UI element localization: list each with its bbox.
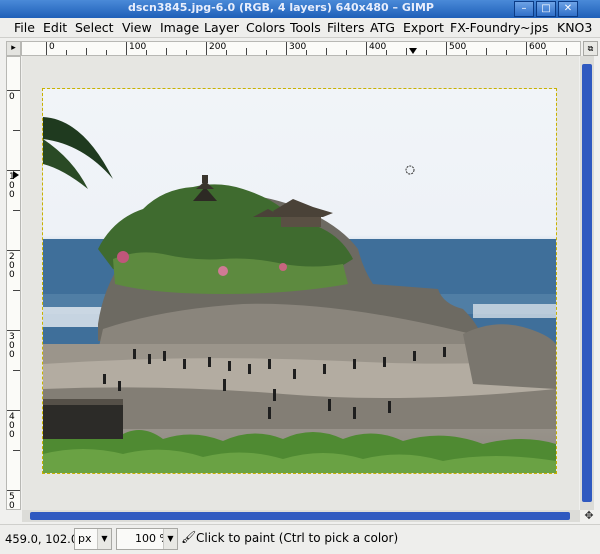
menu-arrow-icon: ▸: [11, 43, 16, 53]
ruler-tick: [326, 48, 327, 55]
ruler-tick: [266, 50, 267, 55]
ruler-tick: [406, 48, 407, 55]
ruler-label: 400: [9, 412, 15, 440]
ruler-tick: [246, 48, 247, 55]
zoom-select[interactable]: 100 % ▼: [116, 528, 178, 550]
menu-atg[interactable]: ATG: [370, 20, 395, 35]
menu-tools[interactable]: Tools: [290, 20, 321, 35]
vertical-ruler[interactable]: 0 100 200 300 400 500: [6, 56, 21, 510]
pointer-marker-icon: [13, 171, 19, 179]
menu-colors[interactable]: Colors: [246, 20, 285, 35]
ruler-tick: [13, 290, 20, 291]
menu-image[interactable]: Image: [160, 20, 199, 35]
menu-kno3[interactable]: KNO3: [557, 20, 592, 35]
ruler-tick: [346, 50, 347, 55]
ruler-tick: [7, 330, 20, 331]
menu-fx-foundry[interactable]: FX-Foundry: [450, 20, 520, 35]
ruler-tick: [7, 490, 20, 491]
maximize-icon: □: [541, 3, 551, 14]
ruler-label: 300: [289, 42, 307, 52]
ruler-label: 0: [9, 92, 15, 102]
menu-select[interactable]: Select: [75, 20, 114, 35]
ruler-tick: [426, 50, 427, 55]
ruler-tick: [206, 42, 207, 55]
unit-value: px: [78, 532, 92, 545]
ruler-tick: [7, 410, 20, 411]
ruler-tick: [486, 48, 487, 55]
chevron-down-icon: ▼: [97, 529, 111, 549]
ruler-label: 300: [9, 332, 15, 360]
horizontal-scroll-thumb[interactable]: [30, 512, 570, 520]
status-bar: 459.0, 102.0 px ▼ 100 % ▼ 🖌 Click to pai…: [0, 524, 600, 554]
horizontal-ruler[interactable]: 0 100 200 300 400 500 600: [21, 41, 581, 56]
ruler-tick: [13, 370, 20, 371]
navigate-button[interactable]: ✥: [582, 509, 596, 523]
menu-view[interactable]: View: [122, 20, 152, 35]
pointer-coordinates: 459.0, 102.0: [5, 532, 79, 546]
title-bar: dscn3845.jpg-6.0 (RGB, 4 layers) 640x480…: [0, 0, 600, 18]
horizontal-scrollbar[interactable]: [22, 510, 580, 522]
ruler-tick: [46, 42, 47, 55]
ruler-tick: [7, 90, 20, 91]
move-icon: ✥: [584, 509, 594, 522]
ruler-label: 100: [129, 42, 147, 52]
ruler-tick: [13, 130, 20, 131]
unit-select[interactable]: px ▼: [74, 528, 112, 550]
ruler-tick: [66, 50, 67, 55]
photo-temple-scene: [43, 117, 556, 473]
menu-bar: File Edit Select View Image Layer Colors…: [0, 18, 600, 38]
ruler-tick: [13, 450, 20, 451]
pointer-marker-icon: [409, 48, 417, 54]
minimize-button[interactable]: –: [514, 1, 534, 17]
menu-export[interactable]: Export: [403, 20, 444, 35]
paintbrush-icon: 🖌: [181, 530, 197, 544]
ruler-tick: [13, 210, 20, 211]
menu-jps[interactable]: ~jps: [520, 20, 548, 35]
ruler-label: 600: [529, 42, 547, 52]
status-message: Click to paint (Ctrl to pick a color): [196, 531, 399, 545]
ruler-label: 500: [9, 492, 15, 510]
zoom-icon: ⧉: [587, 44, 594, 53]
close-button[interactable]: ✕: [558, 1, 578, 17]
menu-file[interactable]: File: [14, 20, 35, 35]
maximize-button[interactable]: □: [536, 1, 556, 17]
menu-layer[interactable]: Layer: [204, 20, 239, 35]
ruler-label: 400: [369, 42, 387, 52]
ruler-tick: [566, 48, 567, 55]
image-display[interactable]: [42, 88, 557, 474]
ruler-label: 0: [49, 42, 55, 52]
ruler-tick: [86, 48, 87, 55]
ruler-tick: [526, 42, 527, 55]
ruler-tick: [366, 42, 367, 55]
chevron-down-icon: ▼: [163, 529, 177, 549]
ruler-tick: [186, 50, 187, 55]
ruler-tick: [446, 42, 447, 55]
ruler-tick: [286, 42, 287, 55]
ruler-tick: [506, 50, 507, 55]
menu-filters[interactable]: Filters: [327, 20, 364, 35]
vertical-scrollbar[interactable]: [580, 56, 594, 510]
vertical-scroll-thumb[interactable]: [582, 64, 592, 502]
ruler-tick: [126, 42, 127, 55]
window-title: dscn3845.jpg-6.0 (RGB, 4 layers) 640x480…: [128, 1, 434, 14]
image-menu-button[interactable]: ▸: [6, 41, 21, 56]
ruler-tick: [106, 50, 107, 55]
ruler-label: 500: [449, 42, 467, 52]
image-canvas[interactable]: [22, 56, 579, 510]
menu-edit[interactable]: Edit: [43, 20, 67, 35]
ruler-label: 200: [209, 42, 227, 52]
ruler-tick: [7, 250, 20, 251]
close-icon: ✕: [563, 3, 573, 14]
ruler-label: 200: [9, 252, 15, 280]
zoom-image-button[interactable]: ⧉: [583, 41, 598, 56]
minimize-icon: –: [521, 3, 527, 14]
ruler-tick: [166, 48, 167, 55]
